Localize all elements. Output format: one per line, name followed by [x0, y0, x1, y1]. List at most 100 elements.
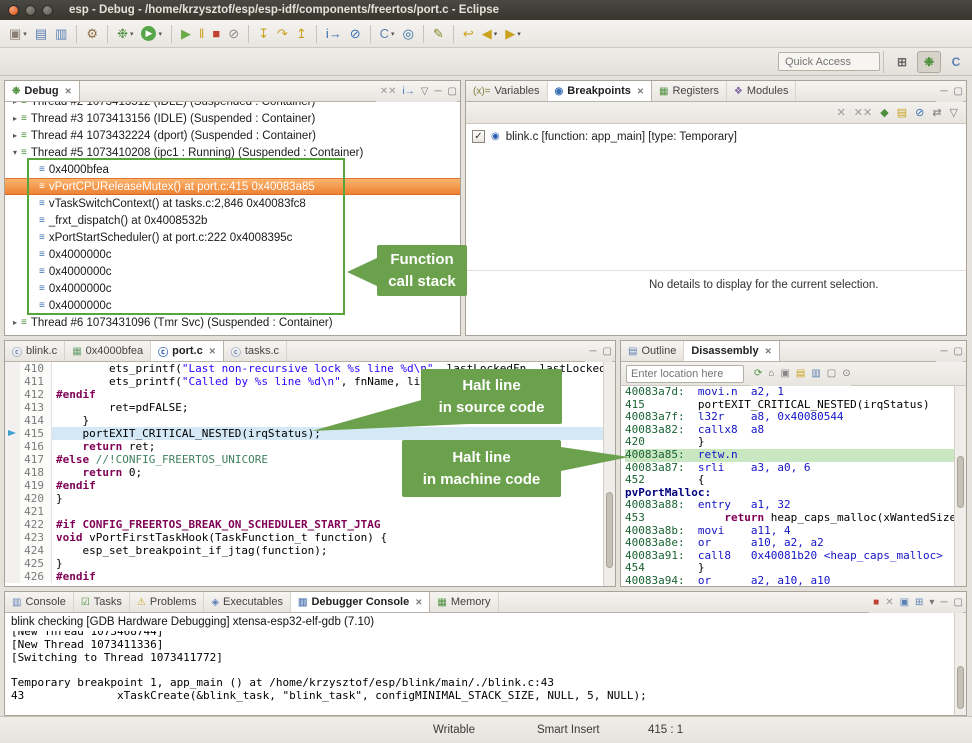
source-editor[interactable]: 410 ets_printf("Last non-recursive lock … — [5, 362, 615, 586]
code-line[interactable]: 415 portEXIT_CRITICAL_NESTED(irqStatus); — [5, 427, 615, 440]
save-button[interactable]: ▤ — [32, 23, 50, 45]
terminate-icon[interactable]: ■ — [873, 597, 879, 608]
thread-row[interactable]: ▸≡Thread #3 1073413156 (IDLE) (Suspended… — [5, 110, 460, 127]
view-tab-problems[interactable]: ⚠Problems — [130, 592, 204, 612]
new-c-project-button[interactable]: C▾ — [377, 23, 398, 45]
back-button[interactable]: ◀▾ — [479, 23, 501, 45]
annotate-button[interactable]: ✎ — [430, 23, 447, 45]
view-menu-icon[interactable]: ▽ — [421, 86, 429, 97]
minimize-icon[interactable]: ─ — [940, 346, 947, 357]
instruction-stepping-icon[interactable]: i→ — [403, 86, 415, 97]
code-line[interactable]: 418 return 0; — [5, 466, 615, 479]
stack-frame-row[interactable]: ≡xPortStartScheduler() at port.c:222 0x4… — [5, 229, 460, 246]
breakpoint-checkbox[interactable]: ✓ — [472, 130, 485, 143]
build-button[interactable]: ⚙ — [83, 23, 101, 45]
remove-all-breakpoints-icon[interactable]: ✕✕ — [854, 106, 872, 119]
breakpoints-list[interactable]: ✓ ◉ blink.c [function: app_main] [type: … — [466, 124, 966, 270]
debug-perspective-button[interactable]: ❉ — [917, 51, 941, 73]
stack-frame-row[interactable]: ≡0x4000000c — [5, 246, 460, 263]
minimize-icon[interactable]: ─ — [940, 86, 947, 97]
editor-tab-blink-c[interactable]: ⓒblink.c — [5, 341, 65, 361]
expander-icon[interactable]: ▸ — [9, 131, 21, 140]
resume-button[interactable]: ▶ — [178, 23, 194, 45]
code-line[interactable]: 426#endif — [5, 570, 615, 583]
close-icon[interactable]: ✕ — [415, 597, 422, 608]
step-over-button[interactable]: ↷ — [274, 23, 291, 45]
view-tab-debug[interactable]: ❉Debug✕ — [5, 81, 80, 101]
editor-scrollbar[interactable] — [603, 362, 615, 586]
new-view-icon[interactable]: ▢ — [827, 368, 836, 379]
code-line[interactable]: 421 — [5, 505, 615, 518]
editor-tab-tasks-c[interactable]: ⓒtasks.c — [224, 341, 287, 361]
view-tab-tasks[interactable]: ☑Tasks — [74, 592, 130, 612]
location-combo[interactable] — [626, 365, 744, 383]
code-line[interactable]: 411 ets_printf("Called by %s line %d\n",… — [5, 375, 615, 388]
maximize-icon[interactable]: ▢ — [954, 346, 963, 357]
step-return-button[interactable]: ↥ — [293, 23, 310, 45]
code-line[interactable]: 412#endif — [5, 388, 615, 401]
editor-tab-port-c[interactable]: ⓒport.c✕ — [151, 341, 224, 361]
last-edit-location-button[interactable]: ↩ — [460, 23, 477, 45]
code-line[interactable]: 422#if CONFIG_FREERTOS_BREAK_ON_SCHEDULE… — [5, 518, 615, 531]
instruction-stepping-button[interactable]: i→ — [323, 23, 345, 45]
stack-frame-row[interactable]: ≡0x4000000c — [5, 263, 460, 280]
maximize-icon[interactable]: ▢ — [954, 597, 963, 608]
run-button[interactable]: ▶▾ — [138, 23, 165, 45]
pin-icon[interactable]: ⊙ — [842, 368, 850, 379]
suspend-button[interactable]: ‖ — [196, 23, 207, 45]
stack-frame-row[interactable]: ≡0x4000000c — [5, 280, 460, 297]
forward-button[interactable]: ▶▾ — [502, 23, 524, 45]
minimize-icon[interactable]: ─ — [589, 346, 596, 357]
save-all-button[interactable]: ▥ — [52, 23, 70, 45]
stack-frame-row[interactable]: ≡0x4000000c — [5, 297, 460, 314]
code-line[interactable]: 424 esp_set_breakpoint_if_jtag(function)… — [5, 544, 615, 557]
disassembly-scrollbar[interactable] — [954, 386, 966, 586]
view-tab-debugger-console[interactable]: ▥Debugger Console✕ — [291, 592, 430, 612]
menu-arrow-icon[interactable]: ▾ — [929, 597, 934, 608]
breakpoint-row[interactable]: ✓ ◉ blink.c [function: app_main] [type: … — [466, 130, 966, 143]
expander-icon[interactable]: ▸ — [9, 102, 21, 106]
view-tab-disassembly[interactable]: Disassembly✕ — [684, 341, 779, 361]
cpp-perspective-button[interactable]: C — [944, 51, 968, 73]
link-with-debug-icon[interactable]: ⇄ — [932, 106, 941, 119]
maximize-icon[interactable]: ▢ — [603, 346, 612, 357]
view-tab-modules[interactable]: ❖Modules — [727, 81, 797, 101]
view-tab-executables[interactable]: ◈Executables — [204, 592, 291, 612]
maximize-icon[interactable]: ▢ — [448, 86, 457, 97]
remove-breakpoint-icon[interactable]: ✕ — [837, 106, 846, 119]
disassembly-scrollbar-thumb[interactable] — [957, 456, 964, 508]
view-menu-icon[interactable]: ▽ — [950, 106, 958, 119]
stack-frame-row[interactable]: ≡vPortCPUReleaseMutex() at port.c:415 0x… — [5, 178, 460, 195]
window-minimize-button[interactable] — [25, 5, 36, 16]
display-console-icon[interactable]: ▣ — [900, 597, 909, 608]
step-into-button[interactable]: ↧ — [255, 23, 272, 45]
thread-row[interactable]: ▸≡Thread #4 1073432224 (dport) (Suspende… — [5, 127, 460, 144]
view-tab-variables[interactable]: (x)=Variables — [466, 81, 548, 101]
close-icon[interactable]: ✕ — [209, 346, 216, 357]
editor-tab-0x4000bfea[interactable]: ▦0x4000bfea — [65, 341, 151, 361]
thread-row[interactable]: ▸≡Thread #6 1073431096 (Tmr Svc) (Suspen… — [5, 314, 460, 331]
skip-breakpoints-button[interactable]: ⊘ — [347, 23, 364, 45]
console-scrollbar-thumb[interactable] — [957, 666, 964, 709]
editor-scrollbar-thumb[interactable] — [606, 492, 613, 568]
stack-frame-row[interactable]: ≡0x4000bfea — [5, 161, 460, 178]
window-maximize-button[interactable] — [42, 5, 53, 16]
code-line[interactable]: 425} — [5, 557, 615, 570]
view-tab-registers[interactable]: ▦Registers — [652, 81, 727, 101]
search-button[interactable]: ◎ — [400, 23, 417, 45]
window-close-button[interactable] — [8, 5, 19, 16]
view-tab-memory[interactable]: ▦Memory — [430, 592, 498, 612]
code-line[interactable]: 414 } — [5, 414, 615, 427]
minimize-icon[interactable]: ─ — [434, 86, 441, 97]
lock-icon[interactable]: ▣ — [780, 368, 789, 379]
view-tab-breakpoints[interactable]: ◉Breakpoints✕ — [548, 81, 652, 101]
minimize-icon[interactable]: ─ — [940, 597, 947, 608]
terminate-button[interactable]: ■ — [209, 23, 223, 45]
code-line[interactable]: 417#else //!CONFIG_FREERTOS_UNICORE — [5, 453, 615, 466]
debug-launch-tree[interactable]: ▸≡Thread #2 1073413512 (IDLE) (Suspended… — [5, 102, 460, 335]
quick-access-input[interactable] — [778, 52, 880, 71]
code-line[interactable]: 410 ets_printf("Last non-recursive lock … — [5, 362, 615, 375]
console-output[interactable]: [New Thread 1073468744][New Thread 10734… — [5, 631, 966, 715]
track-expression-icon[interactable]: ▥ — [811, 368, 820, 379]
open-perspective-button[interactable]: ⊞ — [890, 51, 914, 73]
